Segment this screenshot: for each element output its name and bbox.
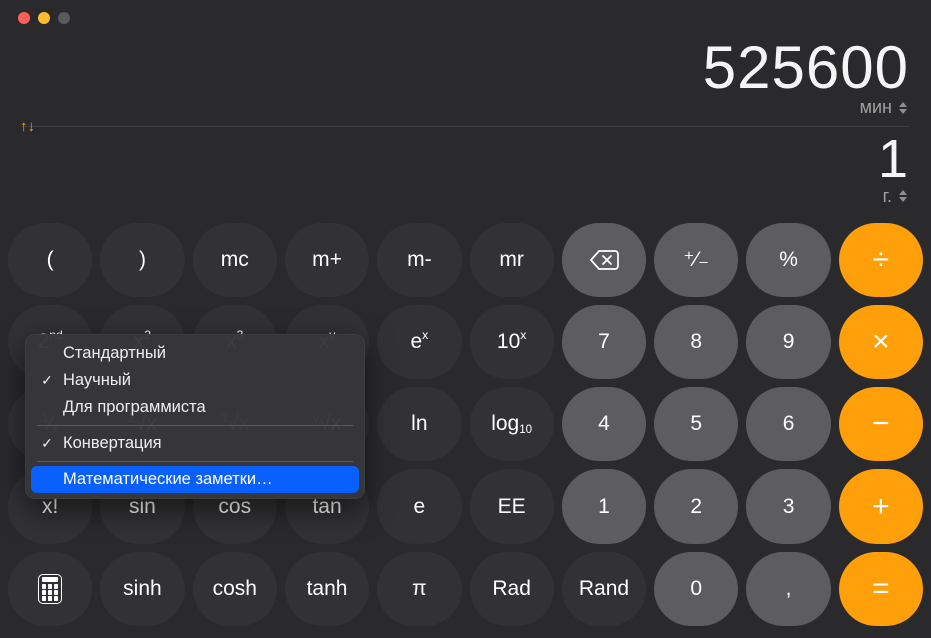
minimize-window-icon[interactable]	[38, 12, 50, 24]
backspace-icon	[589, 249, 619, 271]
cosh-button[interactable]: cosh	[193, 552, 277, 626]
close-window-icon[interactable]	[18, 12, 30, 24]
menu-item-scientific[interactable]: ✓ Научный	[31, 367, 359, 394]
check-icon: ✓	[39, 372, 55, 389]
digit-1-button[interactable]: 1	[562, 469, 646, 543]
unit-bottom-label: г.	[883, 186, 892, 207]
divide-button[interactable]: ÷	[839, 223, 923, 297]
digit-8-button[interactable]: 8	[654, 305, 738, 379]
sign-button[interactable]: ⁺∕₋	[654, 223, 738, 297]
menu-separator	[37, 425, 353, 426]
display-area: 525600 мин ↑↓ 1 г.	[0, 36, 931, 213]
digit-3-button[interactable]: 3	[746, 469, 830, 543]
percent-button[interactable]: %	[746, 223, 830, 297]
paren-open-button[interactable]: (	[8, 223, 92, 297]
digit-7-button[interactable]: 7	[562, 305, 646, 379]
menu-item-math-notes[interactable]: Математические заметки…	[31, 466, 359, 493]
digit-5-button[interactable]: 5	[654, 387, 738, 461]
minus-button[interactable]: −	[839, 387, 923, 461]
swap-icon[interactable]: ↑↓	[20, 118, 35, 135]
unit-top-select[interactable]: мин	[860, 97, 909, 118]
display-divider: ↑↓	[22, 126, 909, 127]
display-value-top: 525600	[22, 36, 909, 99]
log10-button[interactable]: log10	[470, 387, 554, 461]
e-pow-x-button[interactable]: ex	[377, 305, 461, 379]
rad-button[interactable]: Rad	[470, 552, 554, 626]
paren-close-button[interactable]: )	[100, 223, 184, 297]
check-icon: ✓	[39, 435, 55, 452]
digit-2-button[interactable]: 2	[654, 469, 738, 543]
mc-button[interactable]: mc	[193, 223, 277, 297]
ten-pow-x-button[interactable]: 10x	[470, 305, 554, 379]
display-value-bottom: 1	[22, 131, 909, 188]
decimal-button[interactable]: ,	[746, 552, 830, 626]
digit-0-button[interactable]: 0	[654, 552, 738, 626]
tanh-button[interactable]: tanh	[285, 552, 369, 626]
ln-button[interactable]: ln	[377, 387, 461, 461]
menu-item-standard[interactable]: Стандартный	[31, 340, 359, 367]
unit-top-label: мин	[860, 97, 892, 118]
chevron-updown-icon	[897, 188, 909, 204]
mode-menu: Стандартный ✓ Научный Для программиста ✓…	[25, 334, 365, 499]
e-button[interactable]: e	[377, 469, 461, 543]
window-titlebar	[0, 0, 931, 36]
chevron-updown-icon	[897, 100, 909, 116]
backspace-button[interactable]	[562, 223, 646, 297]
digit-9-button[interactable]: 9	[746, 305, 830, 379]
pi-button[interactable]: π	[377, 552, 461, 626]
digit-6-button[interactable]: 6	[746, 387, 830, 461]
menu-separator	[37, 461, 353, 462]
mr-button[interactable]: mr	[470, 223, 554, 297]
rand-button[interactable]: Rand	[562, 552, 646, 626]
m-minus-button[interactable]: m-	[377, 223, 461, 297]
sinh-button[interactable]: sinh	[100, 552, 184, 626]
ee-button[interactable]: EE	[470, 469, 554, 543]
menu-item-programmer[interactable]: Для программиста	[31, 394, 359, 421]
menu-item-conversion[interactable]: ✓ Конвертация	[31, 430, 359, 457]
mode-button[interactable]	[8, 552, 92, 626]
calculator-icon	[38, 574, 62, 604]
unit-bottom-select[interactable]: г.	[883, 186, 909, 207]
m-plus-button[interactable]: m+	[285, 223, 369, 297]
plus-button[interactable]: +	[839, 469, 923, 543]
digit-4-button[interactable]: 4	[562, 387, 646, 461]
fullscreen-window-icon[interactable]	[58, 12, 70, 24]
multiply-button[interactable]: ×	[839, 305, 923, 379]
equals-button[interactable]: =	[839, 552, 923, 626]
